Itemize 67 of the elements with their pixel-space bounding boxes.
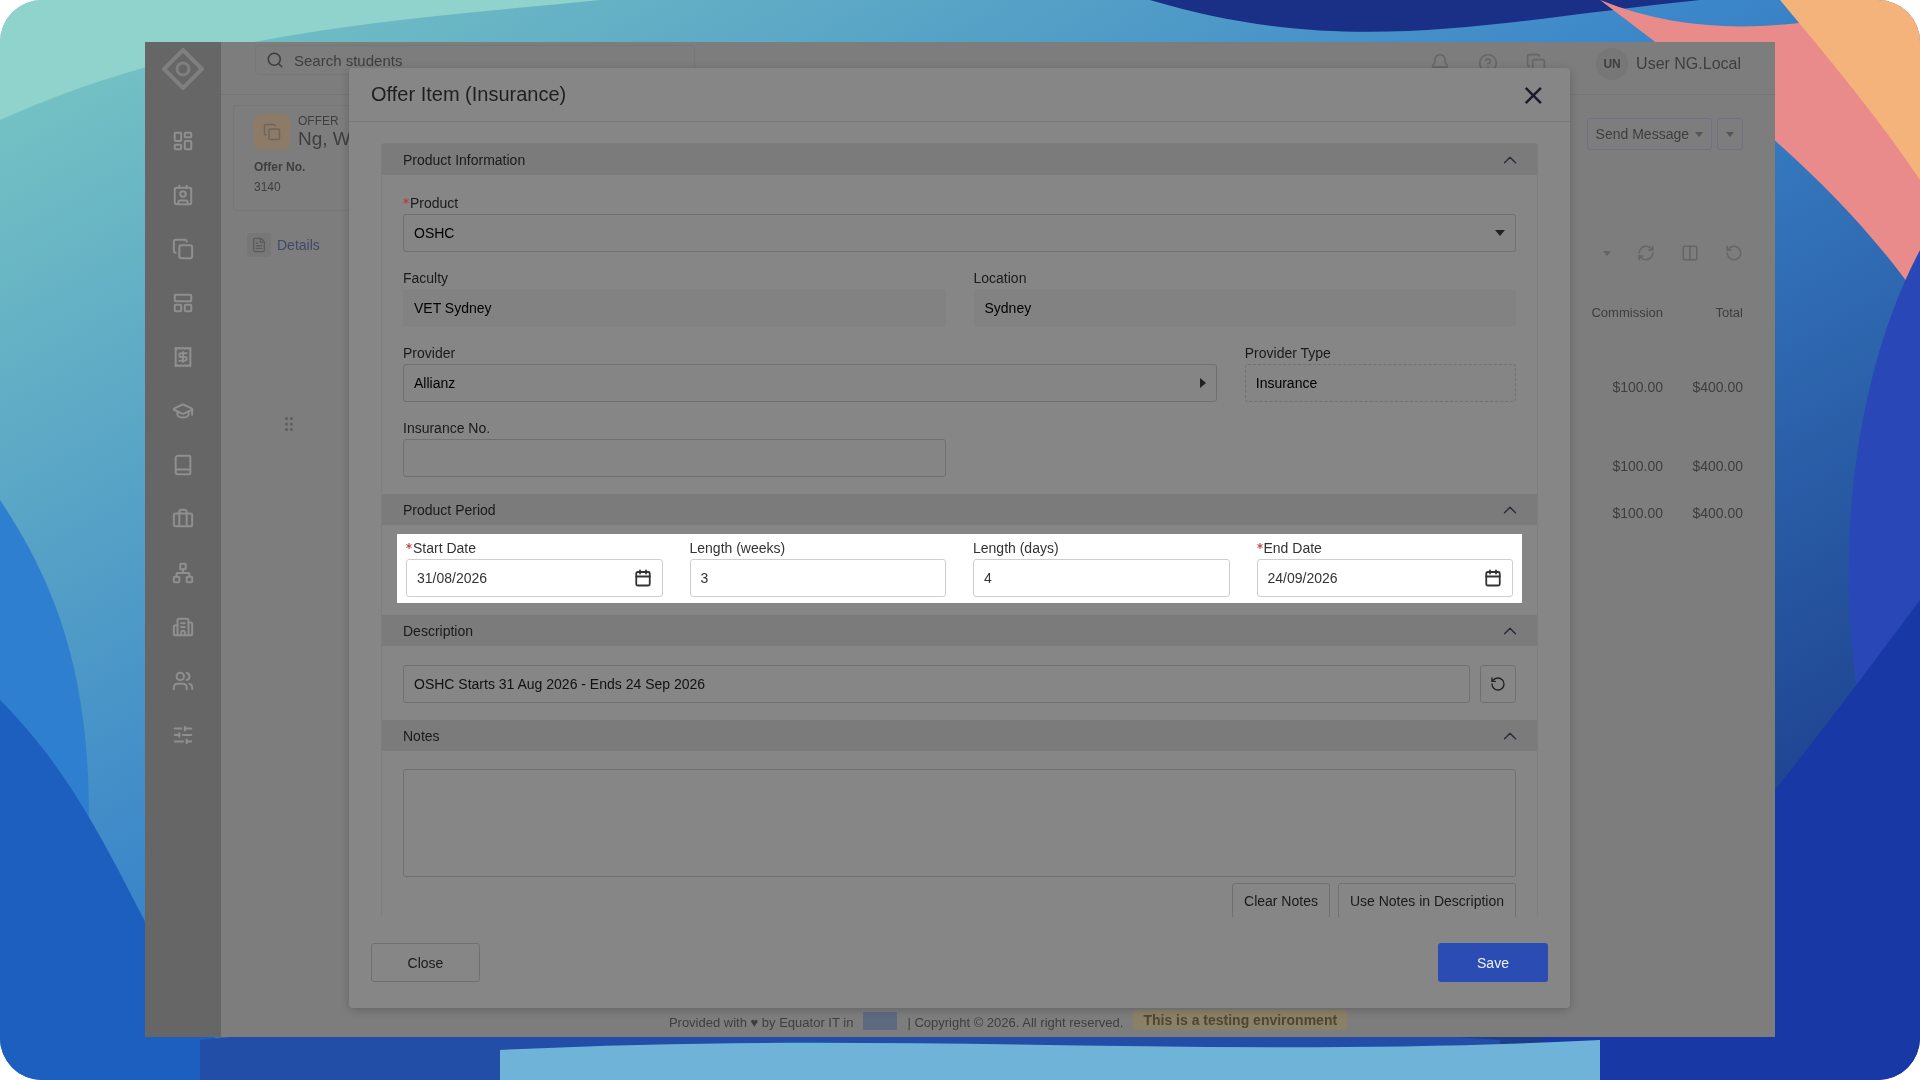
reset-button[interactable]	[1480, 665, 1516, 703]
notes-button[interactable]: Use Notes in Description	[1337, 883, 1516, 917]
field-label: Provider	[403, 345, 456, 361]
footer-credit: Provided with ♥ by Equator IT in	[668, 1015, 854, 1030]
reset-icon	[1490, 676, 1506, 692]
section-header[interactable]: Product Period	[382, 494, 1537, 525]
field-label: Length (weeks)	[689, 540, 786, 556]
user-avatar[interactable]: UN	[1596, 48, 1629, 80]
offer-icon	[254, 114, 290, 150]
refresh-icon[interactable]	[1637, 244, 1655, 262]
table-cell-text: $400.00	[1691, 458, 1743, 474]
drag-handle-icon[interactable]	[285, 417, 293, 431]
field-label: Provider Type	[1244, 345, 1331, 361]
document-icon	[247, 233, 271, 257]
table-cell-text: $400.00	[1691, 505, 1743, 521]
field-label: Faculty	[403, 270, 449, 286]
readonly-field: Sydney	[973, 289, 1516, 327]
readonly-field: Insurance	[1244, 364, 1516, 402]
more-button[interactable]	[1717, 118, 1743, 150]
table-cell-text: $100.00	[1611, 505, 1663, 521]
close-dialog-button[interactable]: Close	[371, 943, 480, 982]
table-cell-text: $100.00	[1611, 379, 1663, 395]
readonly-field: VET Sydney	[403, 289, 946, 327]
offer-number: 3140	[254, 180, 281, 194]
input-field[interactable]: 4	[973, 559, 1230, 597]
footer-copyright: | Copyright © 2026. All right reserved.	[907, 1015, 1124, 1030]
column-header: Total	[1714, 304, 1743, 320]
date-field[interactable]: 24/09/2026	[1256, 559, 1513, 597]
table-cell-text: $100.00	[1611, 458, 1663, 474]
description-field[interactable]: OSHC Starts 31 Aug 2026 - Ends 24 Sep 2026	[403, 665, 1470, 703]
search-icon	[266, 51, 284, 69]
columns-icon[interactable]	[1681, 244, 1699, 262]
field-label: Length (days)	[973, 540, 1059, 556]
offer-name: Ng, W	[298, 128, 351, 150]
offer-number-label: Offer No.	[254, 160, 306, 174]
field-label: Insurance No.	[403, 420, 491, 436]
user-name[interactable]: User NG.Local	[1636, 55, 1741, 73]
caret-icon	[1726, 131, 1734, 137]
field-label: Product	[410, 195, 459, 211]
offer-label: OFFER	[298, 114, 339, 128]
flag-icon	[863, 1012, 898, 1030]
section-header[interactable]: Product Information	[382, 144, 1537, 175]
dropdown-field[interactable]: Allianz	[403, 364, 1217, 402]
input-field[interactable]: 3	[689, 559, 946, 597]
send-message-button[interactable]: Send Message	[1586, 118, 1712, 150]
dialog-title: Offer Item (Insurance)	[371, 83, 567, 106]
table-cell-text: $400.00	[1691, 379, 1743, 395]
caret-icon[interactable]	[1603, 250, 1611, 256]
caret-icon	[1199, 378, 1206, 388]
caret-icon	[1695, 131, 1703, 137]
date-field[interactable]: 31/08/2026	[406, 559, 663, 597]
reset-icon[interactable]	[1725, 244, 1743, 262]
dropdown-field[interactable]: OSHC	[403, 214, 1516, 252]
field-label: Start Date	[413, 540, 477, 556]
section-header[interactable]: Description	[382, 615, 1537, 646]
field-label: End Date	[1263, 540, 1322, 556]
caret-icon	[1495, 230, 1505, 236]
close-button[interactable]: ×	[1516, 79, 1550, 110]
field-label: Location	[973, 270, 1027, 286]
logo-icon[interactable]	[162, 48, 204, 90]
save-button[interactable]: Save	[1438, 943, 1548, 982]
notes-button[interactable]: Clear Notes	[1232, 883, 1330, 917]
environment-badge: This is a testing environment	[1133, 1010, 1348, 1030]
calendar-icon[interactable]	[633, 569, 652, 587]
calendar-icon[interactable]	[1484, 569, 1502, 587]
column-header: Commission	[1590, 304, 1663, 320]
section-header[interactable]: Notes	[382, 720, 1537, 751]
